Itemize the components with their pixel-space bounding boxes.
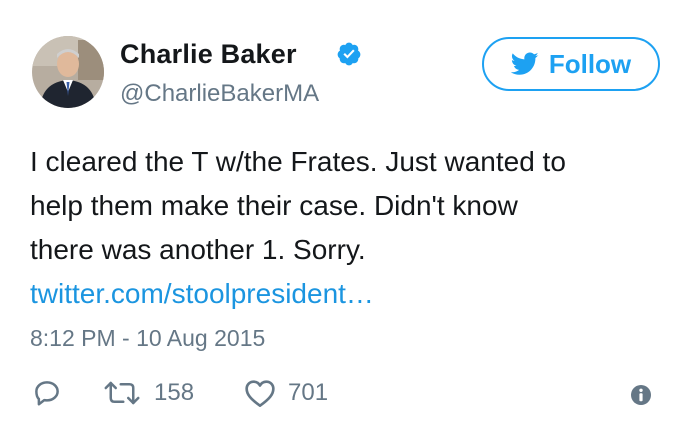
avatar-image bbox=[32, 36, 104, 108]
heart-icon bbox=[245, 380, 275, 407]
info-icon bbox=[631, 385, 651, 405]
display-name[interactable]: Charlie Baker bbox=[120, 38, 297, 70]
retweet-button[interactable]: 158 bbox=[102, 378, 194, 408]
tweet-link[interactable]: twitter.com/stoolpresident… bbox=[30, 278, 374, 309]
tweet-text: I cleared the T w/the Frates. Just wante… bbox=[30, 140, 660, 316]
tweet-timestamp[interactable]: 8:12 PM - 10 Aug 2015 bbox=[30, 324, 265, 352]
reply-icon bbox=[35, 381, 59, 406]
info-button[interactable] bbox=[630, 384, 652, 411]
user-handle[interactable]: @CharlieBakerMA bbox=[120, 80, 319, 108]
reply-button[interactable] bbox=[32, 378, 62, 408]
tweet-text-line: there was another 1. Sorry. bbox=[30, 234, 366, 265]
retweet-icon bbox=[104, 381, 140, 405]
follow-button[interactable]: Follow bbox=[482, 37, 660, 91]
retweet-count: 158 bbox=[154, 379, 195, 406]
tweet-actions: 158 701 bbox=[30, 378, 660, 414]
avatar[interactable] bbox=[32, 36, 104, 108]
follow-button-label: Follow bbox=[548, 48, 632, 79]
like-button[interactable]: 701 bbox=[244, 378, 328, 408]
like-count: 701 bbox=[288, 379, 329, 406]
tweet-text-line: I cleared the T w/the Frates. Just wante… bbox=[30, 146, 566, 177]
twitter-bird-icon bbox=[510, 52, 539, 75]
tweet-card: Charlie Baker @CharlieBakerMA Follow I c… bbox=[0, 0, 676, 422]
tweet-text-line: help them make their case. Didn't know bbox=[30, 190, 518, 221]
verified-badge-icon bbox=[337, 42, 361, 66]
